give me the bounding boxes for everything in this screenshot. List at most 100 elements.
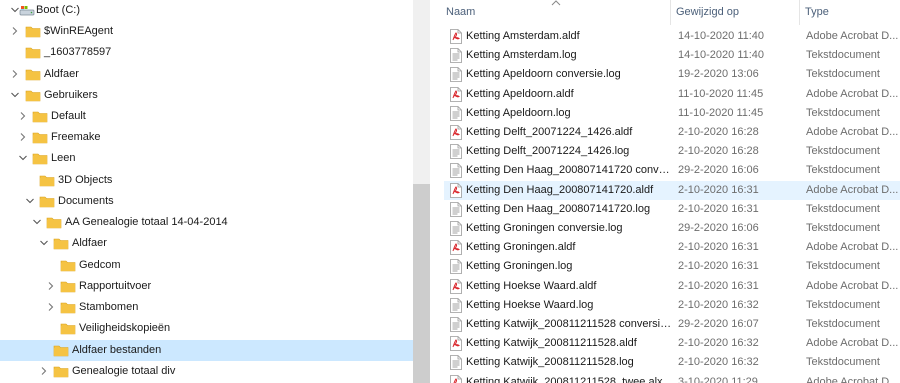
chevron-down-icon[interactable]	[18, 153, 28, 163]
file-row[interactable]: Ketting Den Haag_200807141720.log 2-10-20…	[444, 200, 900, 219]
chevron-down-icon[interactable]	[10, 90, 20, 100]
file-row[interactable]: Ketting Groningen.aldf 2-10-2020 16:31 Ado…	[444, 238, 900, 257]
tree-item-label: $WinREAgent	[44, 25, 114, 37]
file-type: Adobe Acrobat D...	[806, 337, 899, 350]
file-type: Tekstdocument	[806, 298, 880, 311]
chevron-right-icon[interactable]	[39, 366, 49, 376]
file-name: Ketting Apeldoorn.aldf	[466, 87, 574, 100]
tree-item[interactable]: Stambomen	[0, 297, 413, 318]
folder-icon	[25, 89, 41, 102]
file-modified-date: 11-10-2020 11:45	[678, 87, 764, 100]
folder-icon	[32, 110, 48, 123]
pdf-file-icon	[450, 182, 462, 198]
tree-scrollbar[interactable]	[413, 0, 430, 383]
file-modified-date: 14-10-2020 11:40	[678, 30, 765, 42]
chevron-right-icon[interactable]	[10, 69, 20, 79]
file-row[interactable]: Ketting Groningen conversie.log 29-2-2020…	[444, 219, 900, 238]
file-row[interactable]: Ketting Katwijk_200811211528_twee.alx 3-1…	[444, 373, 900, 383]
chevron-right-icon[interactable]	[18, 132, 28, 142]
tree-item-label: Aldfaer bestanden	[72, 344, 162, 356]
text-file-icon	[450, 221, 462, 236]
file-type: Tekstdocument	[806, 68, 880, 81]
tree-item[interactable]: Rapportuitvoer	[0, 276, 413, 297]
file-row[interactable]: Ketting Den Haag_200807141720.aldf 2-10-2…	[444, 180, 900, 200]
tree-item[interactable]: Genealogie totaal div	[0, 361, 413, 382]
folder-icon	[53, 365, 69, 378]
column-header-modified[interactable]: Gewijzigd op	[676, 0, 796, 25]
chevron-right-icon[interactable]	[10, 26, 20, 36]
file-row[interactable]: Ketting Katwijk_200811211528.aldf 2-10-20…	[444, 334, 900, 353]
folder-icon	[60, 301, 76, 314]
tree-item[interactable]: Aldfaer	[0, 64, 413, 85]
tree-item[interactable]: _1603778597	[0, 42, 413, 63]
column-divider[interactable]	[799, 0, 800, 25]
file-modified-date: 2-10-2020 16:32	[678, 337, 759, 350]
tree-item[interactable]: Gedcom	[0, 255, 413, 276]
folder-icon	[25, 68, 41, 81]
tree-item[interactable]: Freemake	[0, 127, 413, 148]
tree-item[interactable]: Aldfaer bestanden	[0, 340, 413, 361]
file-modified-date: 2-10-2020 16:31	[678, 241, 759, 254]
file-type: Tekstdocument	[806, 164, 880, 177]
file-row[interactable]: Ketting Den Haag_200807141720 conver... 2…	[444, 161, 900, 180]
tree-item[interactable]: Gebruikers	[0, 85, 413, 106]
text-file-icon	[450, 201, 462, 217]
text-file-icon	[450, 67, 462, 83]
tree-item[interactable]: Leen	[0, 148, 413, 169]
file-row[interactable]: Ketting Apeldoorn.log 11-10-2020 11:45 Tek…	[444, 104, 900, 123]
file-row[interactable]: Ketting Groningen.log 2-10-2020 16:31 Teks…	[444, 257, 900, 276]
pdf-file-icon	[450, 278, 462, 294]
column-header-type[interactable]: Type	[805, 0, 895, 25]
chevron-down-icon[interactable]	[39, 238, 49, 248]
file-name: Ketting Katwijk_200811211528.aldf	[466, 337, 637, 350]
folder-icon	[60, 280, 76, 293]
chevron-down-icon[interactable]	[32, 217, 42, 227]
tree-item[interactable]: AA Genealogie totaal 14-04-2014	[0, 212, 413, 233]
folder-icon	[39, 174, 55, 187]
file-row[interactable]: Ketting Amsterdam.log 14-10-2020 11:40 Tek…	[444, 46, 900, 65]
file-name: Ketting Den Haag_200807141720 conver...	[466, 164, 672, 177]
column-divider[interactable]	[670, 0, 671, 25]
tree-item[interactable]: 3D Objects	[0, 170, 413, 191]
file-modified-date: 29-2-2020 16:07	[678, 318, 759, 330]
file-row[interactable]: Ketting Katwijk_200811211528.log 2-10-202…	[444, 353, 900, 372]
pdf-file-icon	[450, 240, 462, 256]
file-row[interactable]: Ketting Katwijk_200811211528 conversie..…	[444, 315, 900, 334]
file-row[interactable]: Ketting Delft_20071224_1426.log 2-10-2020…	[444, 142, 900, 161]
file-row[interactable]: Ketting Delft_20071224_1426.aldf 2-10-202…	[444, 123, 900, 142]
tree-item[interactable]: Boot (C:)	[0, 0, 413, 21]
file-type: Tekstdocument	[806, 202, 880, 215]
file-modified-date: 2-10-2020 16:31	[678, 260, 759, 273]
tree-item[interactable]: Veiligheidskopieën	[0, 318, 413, 339]
file-row[interactable]: Ketting Apeldoorn conversie.log 19-2-2020…	[444, 65, 900, 84]
file-name: Ketting Den Haag_200807141720.log	[466, 202, 651, 215]
tree-item-label: Freemake	[51, 131, 101, 143]
chevron-right-icon[interactable]	[18, 111, 28, 121]
tree-item-label: Gedcom	[79, 259, 121, 271]
column-header-name[interactable]: Naam	[446, 0, 666, 25]
tree-item[interactable]: Default	[0, 106, 413, 127]
chevron-right-icon[interactable]	[46, 281, 56, 291]
file-row[interactable]: Ketting Amsterdam.aldf 14-10-2020 11:40 Ad…	[444, 27, 900, 46]
file-row[interactable]: Ketting Hoekse Waard.aldf 2-10-2020 16:31…	[444, 277, 900, 296]
scrollbar-thumb[interactable]	[413, 184, 430, 383]
file-row[interactable]: Ketting Hoekse Waard.log 2-10-2020 16:32 T…	[444, 296, 900, 315]
pdf-file-icon	[450, 336, 462, 352]
chevron-down-icon[interactable]	[25, 196, 35, 206]
file-name: Ketting Amsterdam.log	[466, 49, 577, 62]
file-name: Ketting Groningen.aldf	[466, 241, 576, 254]
tree-item[interactable]: Aldfaer	[0, 233, 413, 254]
text-file-icon	[450, 355, 462, 371]
pdf-file-icon	[450, 86, 462, 102]
folder-icon	[53, 237, 69, 250]
file-modified-date: 14-10-2020 11:40	[678, 49, 765, 62]
folder-icon	[60, 322, 76, 335]
folder-icon	[39, 195, 55, 208]
pdf-file-icon	[450, 29, 462, 44]
file-row[interactable]: Ketting Apeldoorn.aldf 11-10-2020 11:45 Ad…	[444, 85, 900, 104]
column-header-row: Naam Gewijzigd op Type	[430, 0, 900, 25]
folder-icon	[32, 152, 48, 165]
tree-item[interactable]: $WinREAgent	[0, 21, 413, 42]
tree-item[interactable]: Documents	[0, 191, 413, 212]
chevron-right-icon[interactable]	[46, 302, 56, 312]
